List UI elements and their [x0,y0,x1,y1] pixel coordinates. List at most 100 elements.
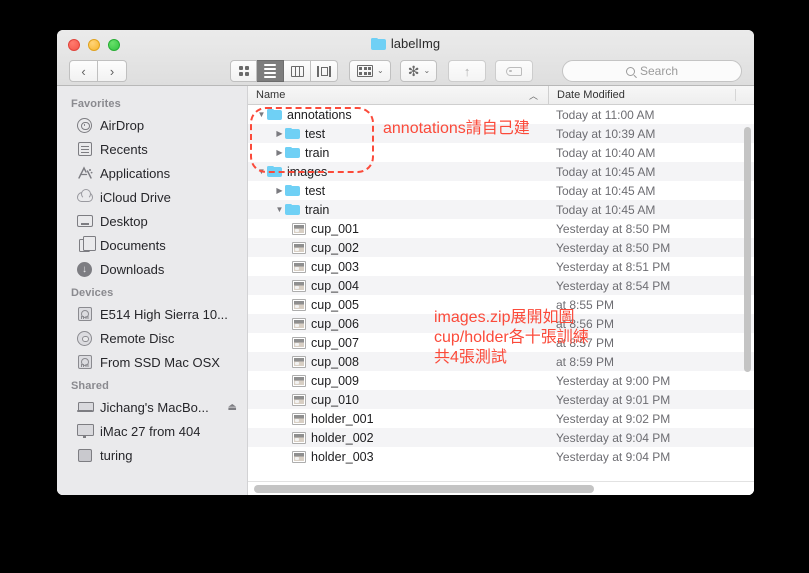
horizontal-scrollbar-thumb[interactable] [254,485,594,493]
vertical-scrollbar[interactable] [744,127,751,372]
sidebar-item-label: Documents [100,237,166,253]
folder-icon [285,203,300,216]
table-row[interactable]: ▼ train Today at 10:45 AM [248,200,754,219]
back-button[interactable]: ‹ [69,60,98,82]
documents-icon [76,236,96,253]
row-name-cell: cup_002 [248,241,548,255]
table-row[interactable]: holder_001 Yesterday at 9:02 PM [248,409,754,428]
sidebar-item-e514-high-sierra[interactable]: E514 High Sierra 10... [57,302,247,326]
image-thumbnail-icon [292,336,306,349]
sidebar-item-remote-disc[interactable]: Remote Disc [57,326,247,350]
table-row[interactable]: ▶ test Today at 10:45 AM [248,181,754,200]
sidebar-item-label: iCloud Drive [100,189,171,205]
disclosure-triangle-closed-icon[interactable]: ▶ [274,148,285,157]
table-row[interactable]: holder_003 Yesterday at 9:04 PM [248,447,754,466]
image-thumbnail-icon [292,317,306,330]
minimize-button[interactable] [88,39,100,51]
table-row[interactable]: cup_001 Yesterday at 8:50 PM [248,219,754,238]
row-name-label: train [305,145,330,160]
chevron-right-icon: › [109,63,115,79]
sidebar-item-jichangs-macbook[interactable]: Jichang's MacBo... ⏏ [57,395,247,419]
folder-icon [285,146,300,159]
window-body: Favorites AirDrop Recents Applications i… [57,86,754,495]
row-name-label: cup_007 [311,335,359,350]
arrange-button[interactable]: ⌄ [349,60,391,82]
table-row[interactable]: ▼ images Today at 10:45 AM [248,162,754,181]
airdrop-icon [76,117,93,133]
row-name-label: holder_002 [311,430,374,445]
disclosure-triangle-open-icon[interactable]: ▼ [256,110,267,119]
share-button[interactable]: ↑ [448,60,487,82]
sidebar-item-applications[interactable]: Applications [57,161,247,185]
sidebar-item-desktop[interactable]: Desktop [57,209,247,233]
table-row[interactable]: ▼ annotations Today at 11:00 AM [248,105,754,124]
disclosure-triangle-open-icon[interactable]: ▼ [274,205,285,214]
row-date-label: Yesterday at 8:50 PM [556,240,671,255]
sidebar-item-icloud-drive[interactable]: iCloud Drive [57,185,247,209]
table-row[interactable]: cup_008 at 8:59 PM [248,352,754,371]
view-mode-column[interactable] [284,60,311,82]
gear-icon: ✻ [407,63,420,79]
column-divider-2[interactable] [735,89,736,101]
close-button[interactable] [68,39,80,51]
sidebar-item-imac-27-from-404[interactable]: iMac 27 from 404 [57,419,247,443]
table-row[interactable]: ▶ train Today at 10:40 AM [248,143,754,162]
image-thumbnail-icon [292,374,306,387]
row-name-label: cup_008 [311,354,359,369]
row-name-label: train [305,202,330,217]
forward-button[interactable]: › [98,60,127,82]
view-mode-list[interactable] [257,60,284,82]
table-row[interactable]: cup_009 Yesterday at 9:00 PM [248,371,754,390]
table-row[interactable]: cup_007 at 8:57 PM [248,333,754,352]
row-name-cell: ▼ train [248,203,548,217]
column-header-name[interactable]: Name ︿ [248,89,548,101]
row-name-label: test [305,126,326,141]
row-name-label: test [305,183,326,198]
table-row[interactable]: ▶ test Today at 10:39 AM [248,124,754,143]
row-name-cell: cup_006 [248,317,548,331]
table-row[interactable]: cup_006 at 8:56 PM [248,314,754,333]
view-mode-coverflow[interactable] [311,60,338,82]
table-row[interactable]: holder_002 Yesterday at 9:04 PM [248,428,754,447]
chevron-down-icon-2: ⌄ [423,66,431,75]
image-thumbnail-icon [292,393,306,406]
sidebar-item-label: Jichang's MacBo... [100,399,209,415]
image-thumbnail-icon [292,412,306,425]
sidebar-item-label: turing [100,447,133,463]
search-field[interactable]: Search [562,60,742,82]
sidebar-item-turing[interactable]: turing [57,443,247,467]
eject-icon[interactable]: ⏏ [228,402,237,413]
sidebar-item-recents[interactable]: Recents [57,137,247,161]
view-mode-icon[interactable] [230,60,257,82]
sidebar-header-devices: Devices [71,287,114,299]
image-thumbnail-icon [292,450,306,463]
sidebar-item-downloads[interactable]: ↓ Downloads [57,257,247,281]
sidebar-item-from-ssd-mac-osx[interactable]: From SSD Mac OSX [57,350,247,374]
horizontal-scrollbar-track[interactable] [248,481,754,495]
sidebar-item-airdrop[interactable]: AirDrop [57,113,247,137]
table-row[interactable]: cup_003 Yesterday at 8:51 PM [248,257,754,276]
folder-icon [285,184,300,197]
disclosure-triangle-open-icon[interactable]: ▼ [256,167,267,176]
row-name-label: cup_005 [311,297,359,312]
row-name-cell: cup_005 [248,298,548,312]
table-row[interactable]: cup_005 at 8:55 PM [248,295,754,314]
zoom-button[interactable] [108,39,120,51]
table-row[interactable]: cup_004 Yesterday at 8:54 PM [248,276,754,295]
sidebar-item-documents[interactable]: Documents [57,233,247,257]
action-button[interactable]: ✻ ⌄ [399,60,438,82]
coverflow-icon [317,65,331,77]
column-header-date-modified[interactable]: Date Modified [549,89,754,101]
row-name-cell: holder_003 [248,450,548,464]
table-row[interactable]: cup_010 Yesterday at 9:01 PM [248,390,754,409]
image-thumbnail-icon [292,431,306,444]
disclosure-triangle-closed-icon[interactable]: ▶ [274,186,285,195]
row-name-cell: holder_001 [248,412,548,426]
disclosure-triangle-closed-icon[interactable]: ▶ [274,129,285,138]
tags-button[interactable] [495,60,534,82]
columns-icon [290,65,304,77]
table-row[interactable]: cup_002 Yesterday at 8:50 PM [248,238,754,257]
finder-window: labelImg ‹ › ⌄ ✻ ⌄ ↑ Search Favorites Ai… [57,30,754,495]
row-date-label: Today at 10:45 AM [556,183,656,198]
row-name-cell: cup_001 [248,222,548,236]
